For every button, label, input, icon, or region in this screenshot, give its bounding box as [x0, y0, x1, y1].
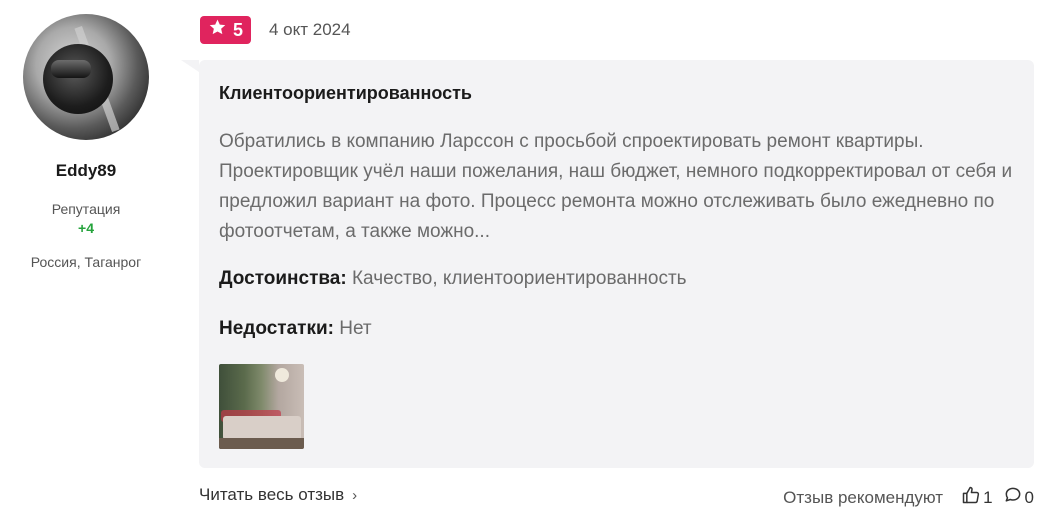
- recommend-label: Отзыв рекомендуют: [783, 487, 944, 507]
- pros-label: Достоинства:: [219, 268, 347, 289]
- review-card: Клиентоориентированность Обратились в ко…: [181, 60, 1034, 468]
- star-icon: [208, 18, 227, 42]
- rating-value: 5: [232, 19, 243, 40]
- review-pros: Достоинства: Качество, клиентоориентиров…: [219, 268, 687, 290]
- review-title: Клиентоориентированность: [219, 83, 472, 103]
- comment-icon: [1003, 485, 1023, 510]
- thumbs-up-icon: [961, 485, 981, 510]
- rating-row: 5 4 окт 2024: [200, 16, 351, 44]
- author-location: Россия, Таганрог: [30, 254, 142, 270]
- username[interactable]: Eddy89: [0, 161, 172, 181]
- pros-value: Качество, клиентоориентированность: [351, 268, 687, 289]
- likes-count: 1: [983, 487, 993, 507]
- chevron-right-icon: ›: [352, 486, 358, 504]
- review-cons: Недостатки: Нет: [219, 318, 372, 340]
- read-more-label: Читать весь отзыв: [199, 485, 345, 504]
- review-actions: Отзыв рекомендуют 1 0: [783, 485, 1034, 510]
- reputation-value: +4: [78, 220, 94, 236]
- like-button[interactable]: 1: [961, 485, 993, 510]
- reputation-label: Репутация: [51, 201, 121, 217]
- review-date: 4 окт 2024: [269, 20, 351, 39]
- comments-count: 0: [1024, 487, 1034, 507]
- rating-badge: 5: [200, 16, 251, 44]
- review-photo-thumbnail[interactable]: [219, 364, 304, 449]
- comments-button[interactable]: 0: [1003, 485, 1034, 510]
- cons-label: Недостатки:: [219, 318, 334, 339]
- cons-value: Нет: [339, 318, 372, 339]
- avatar[interactable]: [23, 14, 149, 140]
- review-text: Обратились в компанию Ларссон с просьбой…: [219, 131, 1013, 242]
- read-full-review-link[interactable]: Читать весь отзыв ›: [199, 485, 357, 505]
- author-panel: Eddy89 Репутация +4 Россия, Таганрог: [0, 0, 172, 270]
